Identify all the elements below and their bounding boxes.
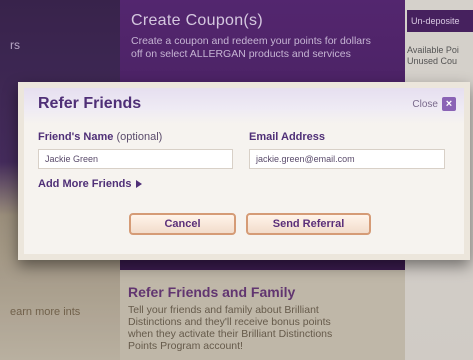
email-address-input[interactable]: jackie.green@email.com xyxy=(249,149,445,169)
add-more-friends-label: Add More Friends xyxy=(38,178,132,190)
friend-name-input[interactable]: Jackie Green xyxy=(38,149,233,169)
friend-name-optional-text: (optional) xyxy=(116,131,163,143)
friend-name-label: Friend's Name (optional) xyxy=(38,131,162,143)
email-address-label: Email Address xyxy=(249,131,326,143)
friend-name-label-text: Friend's Name xyxy=(38,131,114,143)
send-referral-button[interactable]: Send Referral xyxy=(246,213,371,235)
cancel-button[interactable]: Cancel xyxy=(129,213,236,235)
arrow-right-icon xyxy=(135,180,142,188)
close-icon[interactable]: × xyxy=(442,97,456,111)
refer-friends-modal: Refer Friends Close × Friend's Name (opt… xyxy=(18,82,470,260)
add-more-friends-link[interactable]: Add More Friends xyxy=(38,178,142,190)
close-label: Close xyxy=(412,98,438,110)
close-button[interactable]: Close × xyxy=(412,97,456,111)
modal-title: Refer Friends xyxy=(38,95,142,112)
